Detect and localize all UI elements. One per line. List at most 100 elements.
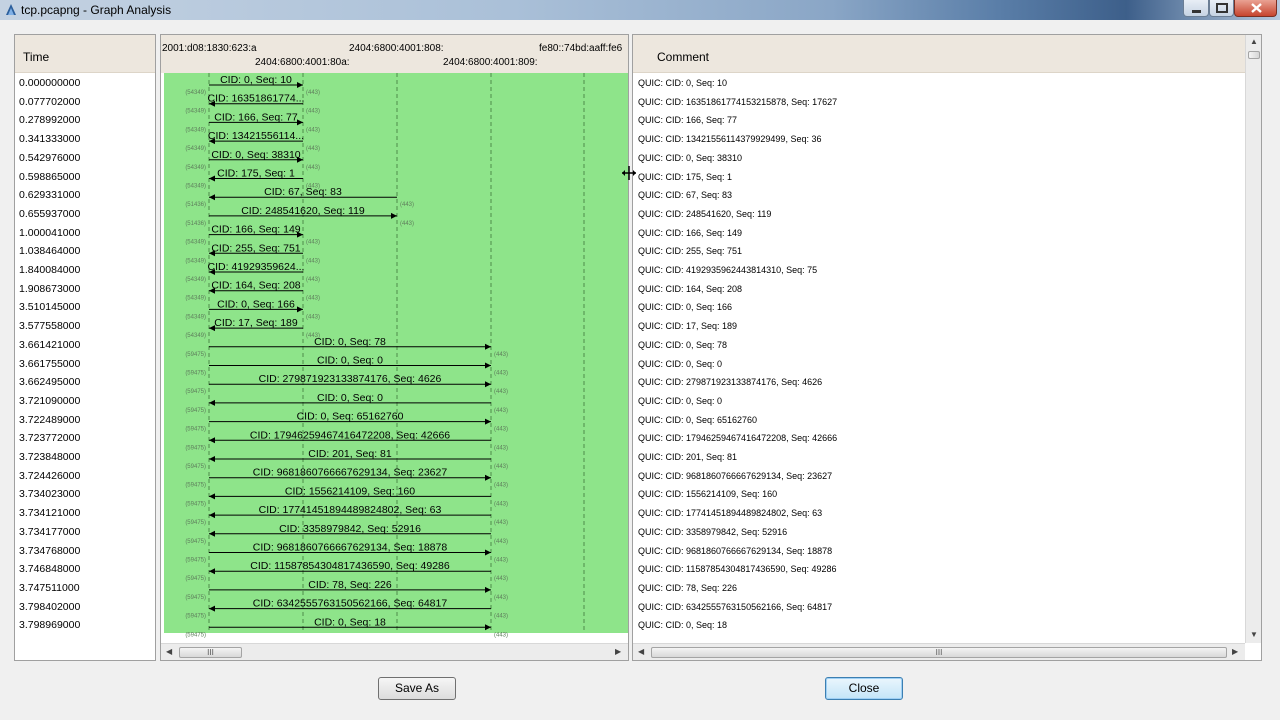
comment-cell[interactable]: QUIC: CID: 279871923133874176, Seq: 4626 bbox=[638, 377, 822, 387]
comment-cell[interactable]: QUIC: CID: 175, Seq: 1 bbox=[638, 172, 732, 182]
flow-graph[interactable]: CID: 0, Seq: 10(54349) (443)CID: 16351861… bbox=[161, 73, 628, 641]
comment-cell[interactable]: QUIC: CID: 9681860766667629134, Seq: 236… bbox=[638, 471, 832, 481]
source-port-label: (54349) bbox=[185, 109, 206, 115]
time-cell[interactable]: 0.341333000 bbox=[19, 133, 80, 145]
comment-cell[interactable]: QUIC: CID: 9681860766667629134, Seq: 188… bbox=[638, 546, 832, 556]
scroll-left-arrow-icon[interactable]: ◀ bbox=[638, 647, 644, 656]
time-cell[interactable]: 3.723772000 bbox=[19, 432, 80, 444]
minimize-button[interactable] bbox=[1183, 0, 1209, 17]
time-cell[interactable]: 3.510145000 bbox=[19, 301, 80, 313]
flow-label: CID: 0, Seq: 10 bbox=[220, 74, 292, 86]
comment-cell[interactable]: QUIC: CID: 17741451894489824802, Seq: 63 bbox=[638, 508, 822, 518]
time-column-header[interactable]: Time bbox=[15, 35, 155, 73]
window-close-button[interactable] bbox=[1234, 0, 1277, 17]
comment-cell[interactable]: QUIC: CID: 248541620, Seq: 119 bbox=[638, 209, 771, 219]
time-cell[interactable]: 3.734121000 bbox=[19, 507, 80, 519]
time-cell[interactable]: 3.746848000 bbox=[19, 563, 80, 575]
flow-label: CID: 0, Seq: 18 bbox=[314, 616, 386, 628]
time-cell[interactable]: 0.542976000 bbox=[19, 152, 80, 164]
time-cell[interactable]: 0.598865000 bbox=[19, 171, 80, 183]
dest-port-label: (443) bbox=[494, 501, 508, 507]
comment-cell[interactable]: QUIC: CID: 166, Seq: 149 bbox=[638, 228, 742, 238]
comment-cell[interactable]: QUIC: CID: 255, Seq: 751 bbox=[638, 246, 742, 256]
comment-cell[interactable]: QUIC: CID: 0, Seq: 18 bbox=[638, 620, 727, 630]
time-cell[interactable]: 0.000000000 bbox=[19, 77, 80, 89]
time-cell[interactable]: 0.278992000 bbox=[19, 114, 80, 126]
time-cell[interactable]: 0.655937000 bbox=[19, 208, 80, 220]
comment-cell[interactable]: QUIC: CID: 3358979842, Seq: 52916 bbox=[638, 527, 787, 537]
source-port-label: (54349) bbox=[185, 240, 206, 246]
flow-graph-pane[interactable]: 2001:d08:1830:623:a 2404:6800:4001:808: … bbox=[160, 34, 629, 661]
comment-header-label: Comment bbox=[657, 50, 710, 64]
scroll-down-arrow-icon[interactable]: ▼ bbox=[1250, 630, 1258, 639]
comment-cell[interactable]: QUIC: CID: 17946259467416472208, Seq: 42… bbox=[638, 433, 837, 443]
comment-cell[interactable]: QUIC: CID: 67, Seq: 83 bbox=[638, 190, 732, 200]
comment-cell[interactable]: QUIC: CID: 6342555763150562166, Seq: 648… bbox=[638, 602, 832, 612]
comment-horizontal-scrollbar[interactable]: ◀ III ▶ bbox=[633, 643, 1245, 660]
time-cell[interactable]: 3.721090000 bbox=[19, 395, 80, 407]
graph-horizontal-scrollbar[interactable]: ◀ III ▶ bbox=[161, 643, 628, 660]
scrollbar-thumb[interactable]: III bbox=[651, 647, 1227, 658]
time-cell[interactable]: 0.077702000 bbox=[19, 96, 80, 108]
time-cell[interactable]: 3.662495000 bbox=[19, 376, 80, 388]
comment-cell[interactable]: QUIC: CID: 1556214109, Seq: 160 bbox=[638, 489, 777, 499]
comment-cell[interactable]: QUIC: CID: 0, Seq: 0 bbox=[638, 396, 722, 406]
time-cell[interactable]: 1.038464000 bbox=[19, 245, 80, 257]
title-bar[interactable]: tcp.pcapng - Graph Analysis bbox=[0, 0, 1280, 20]
scroll-right-arrow-icon[interactable]: ▶ bbox=[615, 647, 621, 656]
comment-pane[interactable]: Comment QUIC: CID: 0, Seq: 10 QUIC: CID: … bbox=[632, 34, 1262, 661]
time-cell[interactable]: 3.661755000 bbox=[19, 358, 80, 370]
comment-cell[interactable]: QUIC: CID: 17, Seq: 189 bbox=[638, 321, 737, 331]
comment-cell[interactable]: QUIC: CID: 0, Seq: 78 bbox=[638, 340, 727, 350]
close-button[interactable]: Close bbox=[825, 677, 903, 700]
flow-label: CID: 248541620, Seq: 119 bbox=[241, 205, 365, 217]
comment-cell[interactable]: QUIC: CID: 11587854304817436590, Seq: 49… bbox=[638, 564, 836, 574]
comment-column-header[interactable]: Comment bbox=[633, 35, 1245, 73]
comment-cell[interactable]: QUIC: CID: 13421556114379929499, Seq: 36 bbox=[638, 134, 821, 144]
comment-cell[interactable]: QUIC: CID: 201, Seq: 81 bbox=[638, 452, 737, 462]
source-port-label: (54349) bbox=[185, 333, 206, 339]
time-cell[interactable]: 1.908673000 bbox=[19, 283, 80, 295]
dest-port-label: (443) bbox=[494, 445, 508, 451]
save-as-button[interactable]: Save As bbox=[378, 677, 456, 700]
comment-cell[interactable]: QUIC: CID: 0, Seq: 65162760 bbox=[638, 415, 757, 425]
minimize-icon bbox=[1192, 10, 1201, 13]
comment-vertical-scrollbar[interactable]: ▲ ▼ bbox=[1245, 35, 1261, 643]
comment-cell[interactable]: QUIC: CID: 16351861774153215878, Seq: 17… bbox=[638, 97, 837, 107]
maximize-icon bbox=[1216, 3, 1228, 13]
scrollbar-thumb[interactable]: III bbox=[179, 647, 242, 658]
comment-cell[interactable]: QUIC: CID: 4192935962443814310, Seq: 75 bbox=[638, 265, 817, 275]
time-cell[interactable]: 3.734023000 bbox=[19, 488, 80, 500]
source-port-label: (54349) bbox=[185, 296, 206, 302]
scroll-left-arrow-icon[interactable]: ◀ bbox=[166, 647, 172, 656]
time-cell[interactable]: 3.734177000 bbox=[19, 526, 80, 538]
time-cell[interactable]: 3.722489000 bbox=[19, 414, 80, 426]
maximize-button[interactable] bbox=[1209, 0, 1234, 17]
comment-cell[interactable]: QUIC: CID: 0, Seq: 38310 bbox=[638, 153, 742, 163]
scroll-right-arrow-icon[interactable]: ▶ bbox=[1232, 647, 1238, 656]
scrollbar-thumb[interactable] bbox=[1248, 51, 1260, 59]
comment-cell[interactable]: QUIC: CID: 164, Seq: 208 bbox=[638, 284, 742, 294]
time-cell[interactable]: 3.723848000 bbox=[19, 451, 80, 463]
comment-cell[interactable]: QUIC: CID: 0, Seq: 0 bbox=[638, 359, 722, 369]
source-port-label: (59475) bbox=[185, 408, 206, 414]
source-port-label: (59475) bbox=[185, 389, 206, 395]
time-pane[interactable]: Time 0.000000000 0.077702000 0.278992000 0.… bbox=[14, 34, 156, 661]
window-title: tcp.pcapng - Graph Analysis bbox=[21, 3, 172, 17]
comment-cell[interactable]: QUIC: CID: 0, Seq: 10 bbox=[638, 78, 727, 88]
time-cell[interactable]: 3.747511000 bbox=[19, 582, 80, 594]
time-cell[interactable]: 3.734768000 bbox=[19, 545, 80, 557]
dest-port-label: (443) bbox=[494, 427, 508, 433]
time-cell[interactable]: 3.577558000 bbox=[19, 320, 80, 332]
time-cell[interactable]: 3.661421000 bbox=[19, 339, 80, 351]
time-cell[interactable]: 3.798969000 bbox=[19, 619, 80, 631]
comment-cell[interactable]: QUIC: CID: 0, Seq: 166 bbox=[638, 302, 732, 312]
time-cell[interactable]: 0.629331000 bbox=[19, 189, 80, 201]
time-cell[interactable]: 3.798402000 bbox=[19, 601, 80, 613]
comment-cell[interactable]: QUIC: CID: 166, Seq: 77 bbox=[638, 115, 737, 125]
scroll-up-arrow-icon[interactable]: ▲ bbox=[1250, 37, 1258, 46]
time-cell[interactable]: 3.724426000 bbox=[19, 470, 80, 482]
time-cell[interactable]: 1.000041000 bbox=[19, 227, 80, 239]
comment-cell[interactable]: QUIC: CID: 78, Seq: 226 bbox=[638, 583, 737, 593]
time-cell[interactable]: 1.840084000 bbox=[19, 264, 80, 276]
